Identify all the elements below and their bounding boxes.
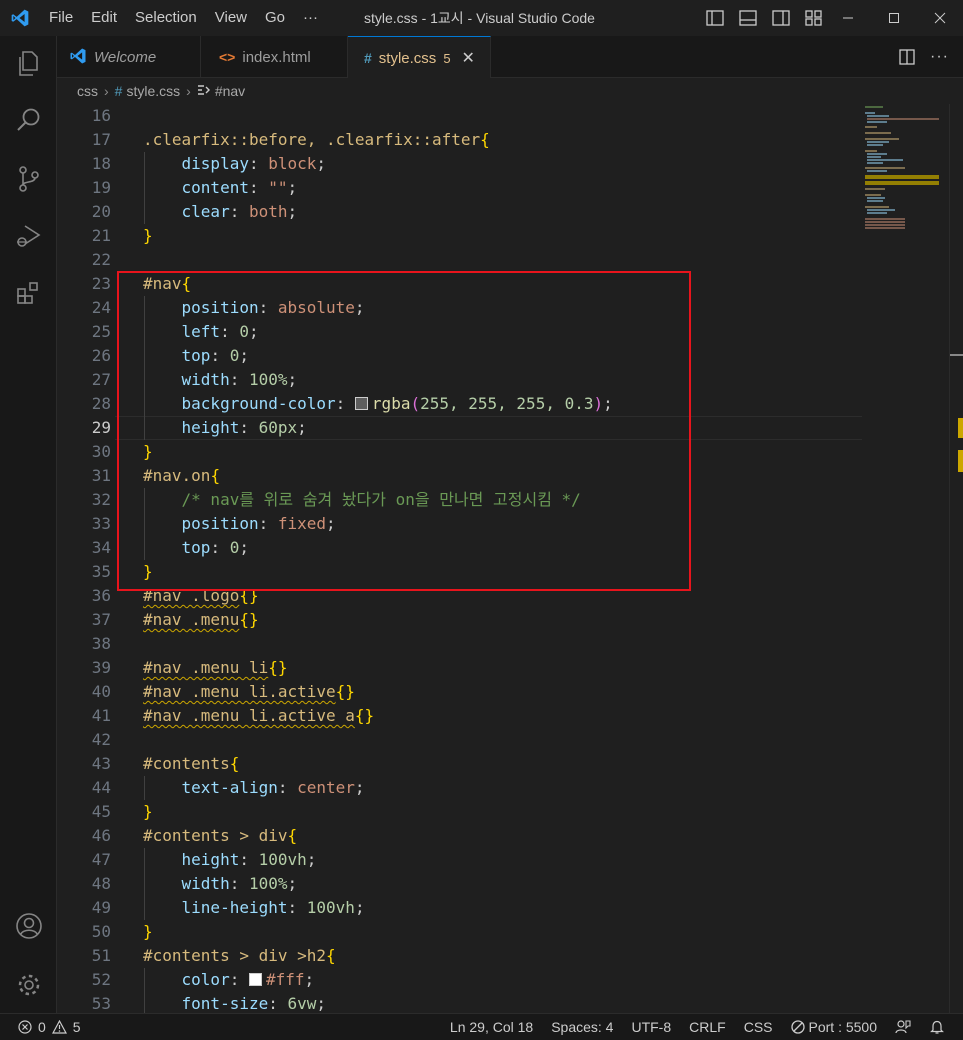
- code-line: 43 #contents{: [91, 754, 240, 773]
- run-debug-icon[interactable]: [0, 211, 57, 261]
- encoding[interactable]: UTF-8: [622, 1014, 680, 1040]
- code-line: 44 text-align: center;: [91, 778, 365, 797]
- menu-selection[interactable]: Selection: [126, 0, 206, 36]
- cursor-position[interactable]: Ln 29, Col 18: [441, 1014, 542, 1040]
- editor-actions: ···: [898, 36, 963, 78]
- red-highlight-box: [117, 271, 691, 591]
- tab-label: index.html: [242, 48, 311, 66]
- html-icon: <>: [219, 49, 236, 65]
- code-line: 16: [91, 106, 111, 125]
- vscode-icon: [69, 47, 87, 68]
- breadcrumb-file[interactable]: style.css: [126, 83, 180, 99]
- toggle-primary-sidebar-icon[interactable]: [704, 7, 726, 29]
- code-line: 42: [91, 730, 111, 749]
- window-title: style.css - 1교시 - Visual Studio Code: [364, 10, 595, 26]
- code-line: 46 #contents > div{: [91, 826, 298, 845]
- menu-more[interactable]: ···: [294, 0, 327, 36]
- menu-edit[interactable]: Edit: [82, 0, 126, 36]
- live-server-port[interactable]: Port : 5500: [782, 1014, 887, 1040]
- more-actions-icon[interactable]: ···: [930, 48, 949, 66]
- tab-bar: Welcome <> index.html # style.css 5 ✕ ··…: [57, 36, 963, 79]
- code-line: 48 width: 100%;: [91, 874, 298, 893]
- feedback-icon[interactable]: [886, 1019, 920, 1035]
- css-hash-icon: #: [364, 50, 372, 66]
- code-line: 50}: [91, 922, 153, 941]
- window-controls: [825, 0, 963, 36]
- code-line: 51 #contents > div >h2{: [91, 946, 336, 965]
- error-icon: [18, 1020, 32, 1034]
- accounts-icon[interactable]: [0, 901, 57, 951]
- menu-bar: File Edit Selection View Go ···: [40, 0, 327, 36]
- breadcrumb-folder[interactable]: css: [77, 83, 98, 99]
- explorer-icon[interactable]: [0, 38, 57, 88]
- tab-style-css[interactable]: # style.css 5 ✕: [348, 36, 491, 79]
- toggle-secondary-sidebar-icon[interactable]: [770, 7, 792, 29]
- close-tab-icon[interactable]: ✕: [462, 48, 475, 68]
- code-line: 38: [91, 634, 111, 653]
- manage-gear-icon[interactable]: [0, 960, 57, 1010]
- language-mode[interactable]: CSS: [735, 1014, 782, 1040]
- port-label: Port : 5500: [808, 1019, 878, 1035]
- color-swatch[interactable]: [248, 973, 262, 986]
- menu-view[interactable]: View: [206, 0, 256, 36]
- tab-welcome[interactable]: Welcome: [57, 36, 201, 78]
- search-icon[interactable]: [0, 95, 57, 145]
- css-hash-icon: #: [114, 83, 123, 99]
- toggle-panel-icon[interactable]: [737, 7, 759, 29]
- notifications-bell-icon[interactable]: [920, 1019, 963, 1035]
- code-line: 18 display: block;: [91, 154, 327, 173]
- code-line: 53 font-size: 6vw;: [91, 994, 327, 1013]
- code-line: 21}: [91, 226, 153, 245]
- maximize-button[interactable]: [871, 0, 917, 36]
- source-control-icon[interactable]: [0, 154, 57, 204]
- layout-controls: [704, 7, 825, 29]
- code-line: 39 #nav .menu li{}: [91, 658, 288, 677]
- tab-label: Welcome: [94, 48, 157, 66]
- customize-layout-icon[interactable]: [803, 7, 825, 29]
- menu-go[interactable]: Go: [256, 0, 294, 36]
- tab-label: style.css: [378, 49, 437, 67]
- code-line: 37 #nav .menu{}: [91, 610, 259, 629]
- code-line: 22: [91, 250, 111, 269]
- code-line: 20 clear: both;: [91, 202, 298, 221]
- minimap[interactable]: [859, 104, 949, 1013]
- code-line: 49 line-height: 100vh;: [91, 898, 365, 917]
- code-line: 40 #nav .menu li.active{}: [91, 682, 355, 701]
- chevron-right-icon: ›: [186, 83, 191, 99]
- activity-bar: [0, 36, 57, 1013]
- error-count: 0: [38, 1019, 46, 1035]
- status-bar: 0 5 Ln 29, Col 18 Spaces: 4 UTF-8 CRLF C…: [0, 1013, 963, 1040]
- code-line: 19 content: "";: [91, 178, 298, 197]
- code-line: 41 #nav .menu li.active a{}: [91, 706, 375, 725]
- status-bar-right: Ln 29, Col 18 Spaces: 4 UTF-8 CRLF CSS P…: [441, 1014, 963, 1040]
- warning-count: 5: [72, 1019, 81, 1035]
- code-editor[interactable]: 16 17 .clearfix::before, .clearfix::after…: [57, 104, 963, 1013]
- code-line: 52 color: #fff;: [91, 970, 315, 989]
- code-line: 17 .clearfix::before, .clearfix::after{: [91, 130, 490, 149]
- scrollbar[interactable]: [949, 104, 963, 1013]
- split-editor-icon[interactable]: [898, 48, 916, 66]
- breadcrumb-symbol[interactable]: #nav: [215, 83, 245, 99]
- menu-file[interactable]: File: [40, 0, 82, 36]
- tab-index-html[interactable]: <> index.html: [201, 36, 348, 78]
- breadcrumb: css › # style.css › #nav: [57, 78, 963, 104]
- problem-count-badge: 5: [443, 50, 451, 66]
- symbol-selector-icon: [197, 83, 211, 99]
- indentation[interactable]: Spaces: 4: [542, 1014, 622, 1040]
- problems-indicator[interactable]: 0 5: [0, 1019, 81, 1035]
- title-bar: File Edit Selection View Go ··· style.cs…: [0, 0, 963, 36]
- end-of-line[interactable]: CRLF: [680, 1014, 735, 1040]
- warning-icon: [51, 1020, 67, 1034]
- code-line: 47 height: 100vh;: [91, 850, 317, 869]
- code-line: 45}: [91, 802, 153, 821]
- vscode-logo-icon[interactable]: [0, 0, 40, 36]
- no-entry-icon: [790, 1020, 805, 1034]
- close-window-button[interactable]: [917, 0, 963, 36]
- chevron-right-icon: ›: [104, 83, 109, 99]
- extensions-icon[interactable]: [0, 269, 57, 319]
- minimize-button[interactable]: [825, 0, 871, 36]
